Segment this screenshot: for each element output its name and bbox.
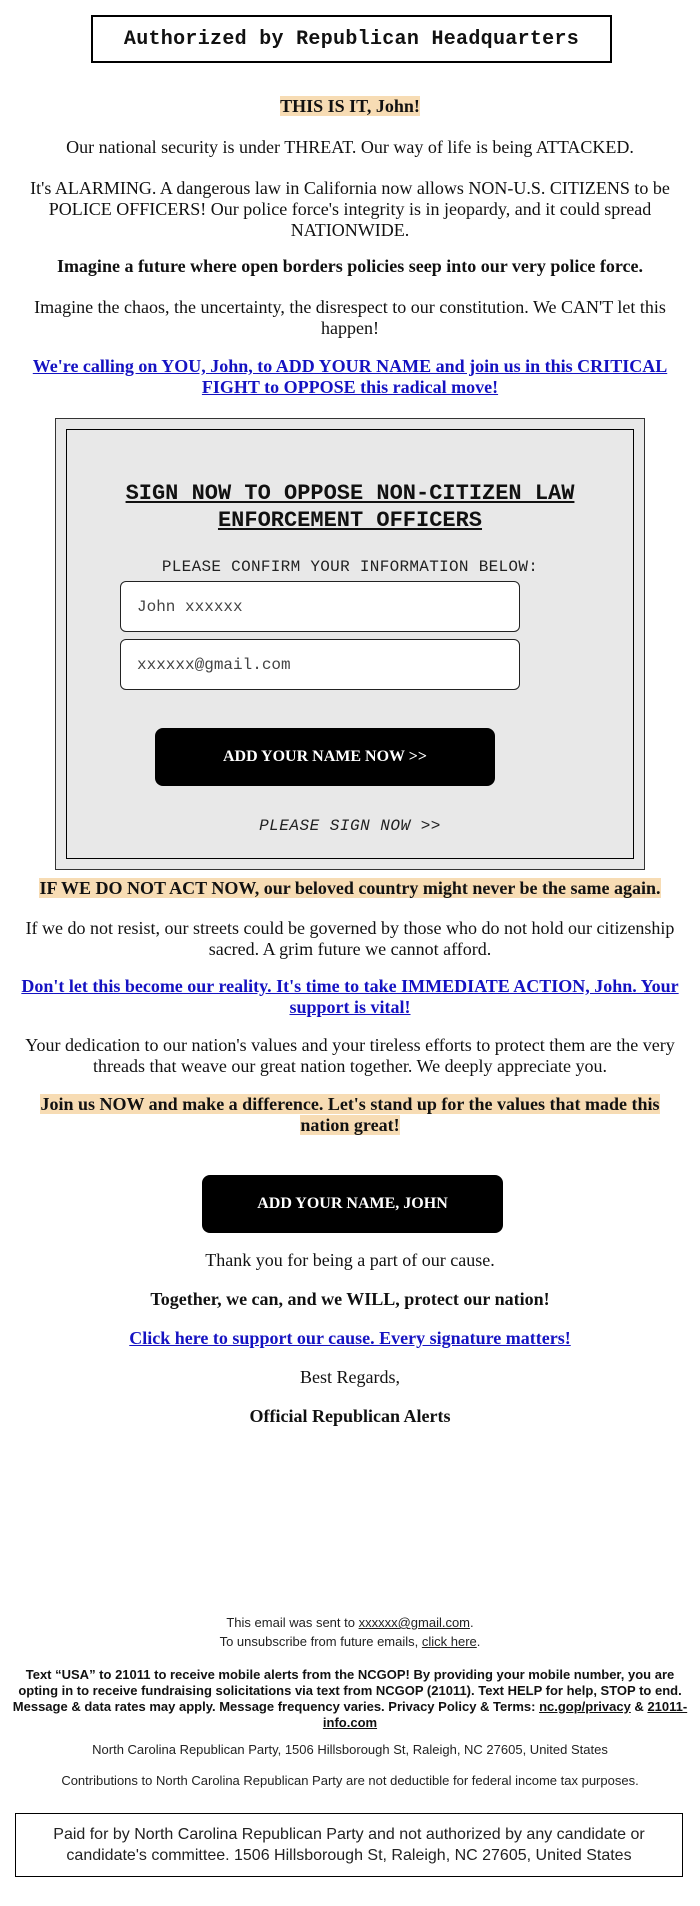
paid-for-box: Paid for by North Carolina Republican Pa… bbox=[15, 1813, 683, 1877]
petition-form: SIGN NOW TO OPPOSE NON-CITIZEN LAW ENFOR… bbox=[66, 429, 634, 859]
together-paragraph: Together, we can, and we WILL, protect o… bbox=[150, 1289, 550, 1309]
please-sign-now-link[interactable]: PLEASE SIGN NOW >> bbox=[67, 817, 633, 835]
best-regards: Best Regards, bbox=[300, 1367, 400, 1387]
unsubscribe-suffix: . bbox=[476, 1634, 481, 1649]
unsubscribe-link[interactable]: click here bbox=[422, 1634, 477, 1649]
dedication-paragraph: Your dedication to our nation's values a… bbox=[25, 1035, 675, 1076]
sent-to-line: This email was sent to xxxxxx@gmail.com. bbox=[10, 1614, 690, 1632]
sent-to-suffix: . bbox=[470, 1615, 474, 1630]
authorized-by-banner: Authorized by Republican Headquarters bbox=[91, 15, 612, 63]
call-to-action-link[interactable]: We're calling on YOU, John, to ADD YOUR … bbox=[33, 356, 667, 397]
unsubscribe-prefix: To unsubscribe from future emails, bbox=[219, 1634, 422, 1649]
threat-paragraph: Our national security is under THREAT. O… bbox=[66, 137, 634, 157]
add-your-name-now-button[interactable]: ADD YOUR NAME NOW >> bbox=[155, 728, 495, 786]
unsubscribe-line: To unsubscribe from future emails, click… bbox=[10, 1633, 690, 1651]
sms-ampersand: & bbox=[630, 1699, 648, 1714]
petition-form-title: SIGN NOW TO OPPOSE NON-CITIZEN LAW ENFOR… bbox=[125, 481, 575, 533]
petition-form-subtitle: PLEASE CONFIRM YOUR INFORMATION BELOW: bbox=[161, 558, 539, 576]
add-your-name-now-label: ADD YOUR NAME NOW >> bbox=[222, 748, 427, 765]
email-field[interactable] bbox=[120, 639, 520, 690]
reality-link[interactable]: Don't let this become our reality. It's … bbox=[21, 976, 678, 1017]
imagine-future-paragraph: Imagine a future where open borders poli… bbox=[56, 256, 644, 276]
imagine-chaos-paragraph: Imagine the chaos, the uncertainty, the … bbox=[34, 297, 666, 338]
act-now-highlight: IF WE DO NOT ACT NOW, our beloved countr… bbox=[39, 878, 661, 898]
thank-you-paragraph: Thank you for being a part of our cause. bbox=[205, 1250, 495, 1270]
petition-form-container: SIGN NOW TO OPPOSE NON-CITIZEN LAW ENFOR… bbox=[55, 418, 645, 870]
greeting: THIS IS IT, John! bbox=[20, 96, 680, 117]
signature: Official Republican Alerts bbox=[249, 1406, 451, 1426]
contributions-disclaimer: Contributions to North Carolina Republic… bbox=[61, 1773, 639, 1788]
alarming-paragraph: It's ALARMING. A dangerous law in Califo… bbox=[30, 178, 670, 240]
reality-paragraph: Don't let this become our reality. It's … bbox=[15, 976, 685, 1018]
address-line: North Carolina Republican Party, 1506 Hi… bbox=[92, 1742, 608, 1757]
add-your-name-john-button[interactable]: ADD YOUR NAME, JOHN bbox=[202, 1175, 503, 1233]
paid-for-text: Paid for by North Carolina Republican Pa… bbox=[53, 1826, 645, 1864]
add-your-name-john-label: ADD YOUR NAME, JOHN bbox=[257, 1195, 448, 1212]
authorized-by-text: Authorized by Republican Headquarters bbox=[123, 27, 580, 51]
support-link[interactable]: Click here to support our cause. Every s… bbox=[129, 1328, 570, 1348]
support-paragraph: Click here to support our cause. Every s… bbox=[20, 1328, 680, 1349]
privacy-policy-link[interactable]: nc.gop/privacy bbox=[539, 1699, 631, 1714]
sent-to-prefix: This email was sent to bbox=[226, 1615, 359, 1630]
sent-to-email-link[interactable]: xxxxxx@gmail.com bbox=[359, 1615, 470, 1630]
greeting-highlight: THIS IS IT, John! bbox=[280, 96, 420, 116]
name-field[interactable] bbox=[120, 581, 520, 632]
join-us-paragraph: Join us NOW and make a difference. Let's… bbox=[30, 1094, 670, 1136]
sms-disclaimer: Text “USA” to 21011 to receive mobile al… bbox=[10, 1667, 690, 1731]
call-to-action-paragraph: We're calling on YOU, John, to ADD YOUR … bbox=[20, 356, 680, 398]
join-us-highlight: Join us NOW and make a difference. Let's… bbox=[40, 1094, 660, 1135]
resist-paragraph: If we do not resist, our streets could b… bbox=[25, 918, 675, 959]
act-now-paragraph: IF WE DO NOT ACT NOW, our beloved countr… bbox=[20, 878, 680, 899]
